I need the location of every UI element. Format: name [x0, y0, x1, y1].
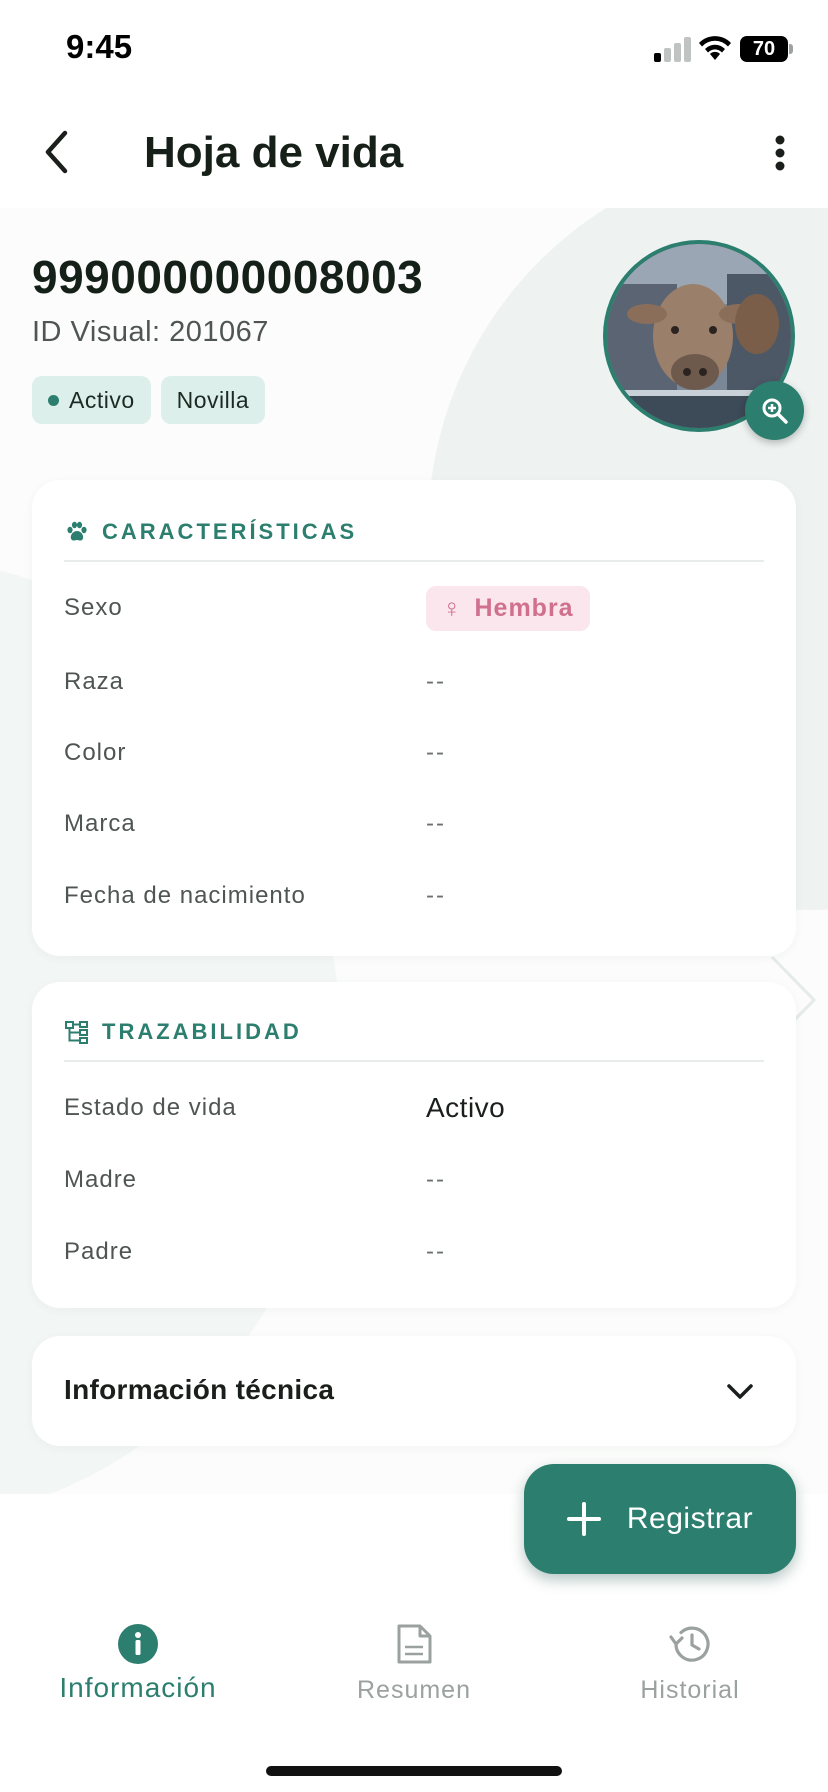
row-label: Sexo [64, 594, 123, 621]
divider [64, 1060, 764, 1062]
more-options-button[interactable] [752, 120, 808, 186]
screen: 9:45 70 Hoja de vida 999000000008003 ID … [0, 0, 828, 1792]
registrar-button[interactable]: Registrar [524, 1464, 796, 1574]
row-value: -- [426, 882, 446, 909]
status-tags: Activo Novilla [32, 376, 266, 424]
status-badge: Activo [32, 376, 151, 424]
tab-label: Resumen [357, 1676, 471, 1704]
animal-id: 999000000008003 [32, 251, 424, 303]
more-vertical-icon [775, 135, 785, 171]
registrar-label: Registrar [626, 1502, 754, 1535]
info-icon [116, 1622, 160, 1666]
row-label: Madre [64, 1166, 138, 1193]
bottom-navigation: Información Resumen Historial [0, 1600, 828, 1720]
status-time: 9:45 [66, 28, 133, 65]
row-value: -- [426, 668, 446, 695]
row-label: Marca [64, 810, 136, 837]
row-value: -- [426, 810, 446, 837]
chevron-left-icon [45, 130, 68, 174]
history-icon [668, 1622, 712, 1666]
caracteristicas-card: CARACTERÍSTICAS Sexo ♀ Hembra Raza -- Co… [32, 480, 796, 956]
wifi-icon [697, 34, 733, 62]
tab-label: Historial [640, 1676, 740, 1704]
tree-structure-icon [64, 1019, 90, 1045]
cellular-signal-icon [652, 36, 692, 62]
card-header: CARACTERÍSTICAS [64, 512, 357, 552]
row-label: Color [64, 739, 127, 766]
visual-id: ID Visual: 201067 [32, 316, 269, 348]
accordion-title: Información técnica [64, 1374, 335, 1405]
home-indicator [266, 1766, 562, 1776]
row-label: Fecha de nacimiento [64, 882, 306, 909]
row-label: Raza [64, 668, 125, 695]
card-title: CARACTERÍSTICAS [102, 519, 358, 544]
category-badge-label: Novilla [176, 386, 250, 413]
sex-value: Hembra [474, 594, 574, 622]
plus-icon [566, 1502, 601, 1536]
tab-resumen[interactable]: Resumen [276, 1600, 552, 1720]
tab-informacion[interactable]: Información [0, 1600, 276, 1720]
paw-icon [64, 519, 90, 545]
row-value: -- [426, 1166, 446, 1193]
trazabilidad-card: TRAZABILIDAD Estado de vida Activo Madre… [32, 982, 796, 1308]
row-value: -- [426, 1238, 446, 1265]
card-title: TRAZABILIDAD [102, 1019, 302, 1044]
divider [64, 560, 764, 562]
row-value: -- [426, 739, 446, 766]
category-badge: Novilla [160, 376, 266, 424]
row-label: Padre [64, 1238, 134, 1265]
female-icon: ♀ [442, 593, 463, 623]
battery-icon: 70 [740, 36, 793, 62]
tab-historial[interactable]: Historial [552, 1600, 828, 1720]
status-badge-label: Activo [69, 386, 135, 413]
status-dot [48, 394, 59, 406]
sex-badge: ♀ Hembra [426, 586, 590, 631]
status-bar: 9:45 70 [0, 0, 828, 100]
document-icon [392, 1622, 436, 1666]
back-button[interactable] [30, 118, 82, 186]
row-label: Estado de vida [64, 1094, 237, 1121]
row-value: Activo [426, 1092, 506, 1123]
battery-level: 70 [740, 36, 788, 62]
informacion-tecnica-accordion[interactable]: Información técnica [32, 1336, 796, 1446]
card-header: TRAZABILIDAD [64, 1012, 302, 1052]
zoom-in-icon [762, 398, 788, 424]
page-title: Hoja de vida [144, 128, 404, 177]
app-header: Hoja de vida [0, 110, 828, 196]
chevron-down-icon [720, 1372, 760, 1412]
zoom-photo-button[interactable] [745, 381, 804, 440]
tab-label: Información [59, 1672, 217, 1703]
